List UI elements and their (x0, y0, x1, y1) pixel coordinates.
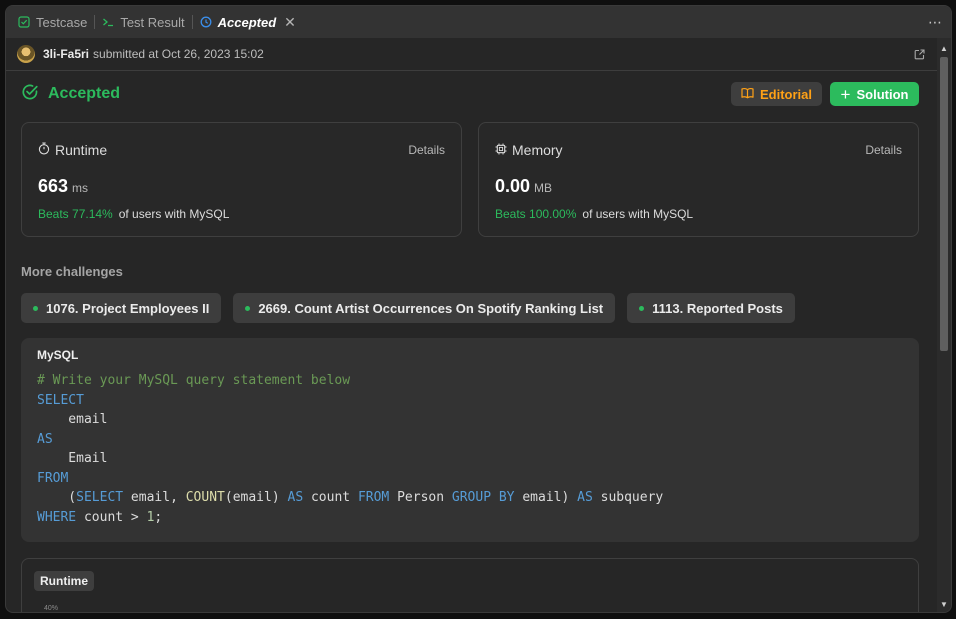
tab-label: Test Result (120, 14, 185, 30)
runtime-value: 663 (38, 176, 69, 196)
more-options-icon[interactable]: ⋯ (928, 14, 943, 31)
submission-content: Accepted Editorial + Solution Runtime De… (21, 70, 919, 612)
memory-value: 0.00 (495, 176, 531, 196)
memory-beats-suffix: of users with MySQL (582, 207, 694, 221)
challenge-title: 1113. Reported Posts (652, 300, 783, 316)
code-language: MySQL (37, 348, 79, 362)
code-line: (SELECT email, COUNT(email) AS count FRO… (37, 490, 664, 505)
tab-bar: Testcase Test Result Accepted ✕ ⋯ (6, 6, 951, 38)
submission-window: Testcase Test Result Accepted ✕ ⋯ 3li-Fa… (5, 5, 952, 613)
memory-details-link[interactable]: Details (865, 143, 902, 157)
y-axis-tick: 40% (44, 605, 59, 612)
runtime-beats-percent: Beats 77.14% (38, 207, 113, 221)
check-circle-icon (21, 83, 39, 106)
editorial-button[interactable]: Editorial (731, 82, 822, 106)
scrollbar-thumb[interactable] (940, 57, 948, 351)
runtime-value-row: 663 ms (38, 176, 88, 197)
challenge-title: 2669. Count Artist Occurrences On Spotif… (258, 300, 604, 316)
scroll-up-icon[interactable]: ▲ (940, 44, 948, 53)
editorial-label: Editorial (759, 86, 812, 102)
code-line: SELECT (37, 392, 84, 408)
tab-label: Accepted (217, 14, 277, 30)
tab-testcase[interactable]: Testcase (6, 6, 94, 38)
bullet-dot-icon (639, 305, 645, 311)
runtime-beats-suffix: of users with MySQL (118, 207, 230, 221)
challenge-chip[interactable]: 1076. Project Employees II (21, 293, 222, 323)
username-link[interactable]: 3li-Fa5ri (43, 47, 89, 61)
stopwatch-icon (38, 142, 50, 158)
tab-label: Testcase (36, 14, 88, 30)
stats-cards: Runtime Details 663 ms Beats 77.14% of use… (21, 122, 919, 237)
memory-card[interactable]: Memory Details 0.00 MB Beats 100.00% of us… (478, 122, 919, 237)
code-line: FROM (37, 470, 69, 486)
challenge-chip[interactable]: 2669. Count Artist Occurrences On Spotif… (233, 293, 616, 323)
memory-title-text: Memory (512, 142, 563, 158)
plus-icon: + (840, 84, 851, 104)
runtime-details-link[interactable]: Details (408, 143, 445, 157)
solution-label: Solution (856, 86, 909, 102)
runtime-title: Runtime (38, 142, 107, 158)
submission-header: 3li-Fa5ri submitted at Oct 26, 2023 15:0… (6, 38, 951, 71)
vertical-scrollbar[interactable]: ▲ ▼ (937, 38, 951, 612)
submitted-timestamp: submitted at Oct 26, 2023 15:02 (93, 47, 264, 61)
more-challenges-heading: More challenges (21, 264, 123, 279)
checkbox-icon (18, 16, 30, 28)
runtime-distribution-card: Runtime 40% (21, 558, 919, 612)
tab-accepted[interactable]: Accepted ✕ (193, 6, 303, 38)
runtime-title-text: Runtime (55, 142, 108, 158)
challenge-title: 1076. Project Employees II (46, 300, 210, 316)
runtime-beats: Beats 77.14% of users with MySQL (38, 207, 229, 221)
memory-beats: Beats 100.00% of users with MySQL (495, 207, 693, 221)
external-link-icon[interactable] (914, 47, 925, 65)
status-label: Accepted (48, 85, 121, 102)
status-accepted: Accepted (21, 83, 120, 106)
code-block: MySQL # Write your MySQL query statement… (21, 338, 919, 542)
runtime-unit: ms (72, 181, 89, 195)
tab-test-result[interactable]: Test Result (95, 6, 191, 38)
memory-beats-percent: Beats 100.00% (495, 207, 577, 221)
code-line: Email (37, 451, 108, 466)
challenge-list: 1076. Project Employees II 2669. Count A… (21, 293, 919, 323)
history-icon (200, 16, 212, 28)
solution-button[interactable]: + Solution (830, 82, 919, 106)
avatar[interactable] (17, 45, 35, 63)
code-line: AS (37, 431, 53, 447)
chip-icon (495, 142, 507, 158)
code-line: email (37, 412, 108, 427)
challenge-chip[interactable]: 1113. Reported Posts (627, 293, 795, 323)
code-line: # Write your MySQL query statement below (37, 373, 351, 388)
bullet-dot-icon (245, 305, 251, 311)
scroll-down-icon[interactable]: ▼ (940, 600, 948, 609)
runtime-distribution-label: Runtime (34, 571, 94, 591)
status-row: Accepted Editorial + Solution (21, 70, 919, 118)
runtime-card[interactable]: Runtime Details 663 ms Beats 77.14% of use… (21, 122, 462, 237)
book-icon (741, 87, 754, 102)
bullet-dot-icon (33, 305, 38, 311)
memory-title: Memory (495, 142, 563, 158)
memory-unit: MB (534, 181, 553, 195)
code-line: WHERE count > 1; (37, 509, 163, 525)
close-icon[interactable]: ✕ (284, 14, 296, 31)
code-content: # Write your MySQL query statement below… (37, 371, 663, 527)
memory-value-row: 0.00 MB (495, 176, 552, 197)
terminal-icon (102, 16, 114, 28)
